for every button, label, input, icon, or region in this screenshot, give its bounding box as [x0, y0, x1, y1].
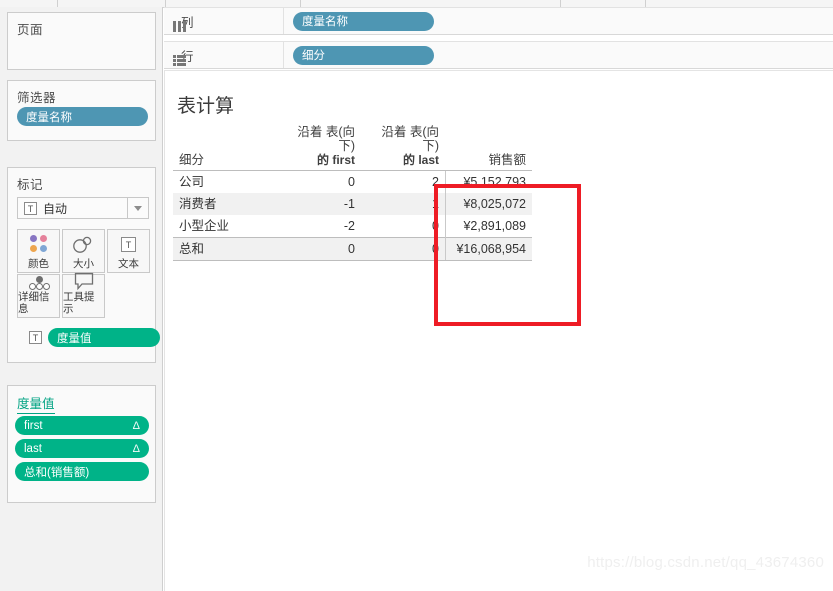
worksheet-title: 表计算 — [177, 96, 235, 117]
table-header-row: 细分 沿着 表(向下) 的 first 沿着 表(向下) 的 last 销售额 — [173, 125, 532, 171]
text-mark-icon: T — [29, 331, 42, 344]
toolbar-divider — [645, 0, 646, 7]
marks-size-button[interactable]: 大小 — [62, 229, 105, 273]
column-header-first[interactable]: 沿着 表(向下) 的 first — [277, 125, 361, 171]
measure-value-label: last — [24, 442, 42, 455]
column-header-dimension[interactable]: 细分 — [173, 125, 277, 171]
left-sidebar: 页面 筛选器 度量名称 标记 T 自动 颜色 大小 T 文本 详细信息 工具提示… — [0, 7, 163, 591]
table-total-row[interactable]: 总和 0 0 ¥16,068,954 — [173, 237, 532, 261]
row-label[interactable]: 消费者 — [173, 193, 277, 215]
column-header-last-line1: 沿着 表(向下) — [381, 125, 439, 153]
rows-pill-label: 细分 — [302, 50, 325, 62]
cell-sales: ¥5,152,793 — [445, 170, 532, 193]
chevron-down-icon[interactable] — [127, 198, 148, 218]
measure-values-title: 度量值 — [17, 393, 55, 414]
measure-value-pill-sum-sales[interactable]: 总和(销售额) — [15, 462, 149, 481]
toolbar-divider — [57, 0, 58, 7]
pages-card[interactable]: 页面 — [7, 12, 156, 70]
filter-pill-measure-names[interactable]: 度量名称 — [17, 107, 148, 126]
marks-pill-measure-values[interactable]: 度量值 — [48, 328, 160, 347]
cell-first: -2 — [343, 219, 355, 233]
filter-pill-label: 度量名称 — [26, 111, 72, 124]
table-row[interactable]: 消费者 -1 1 ¥8,025,072 — [173, 193, 532, 215]
columns-pill-measure-names[interactable]: 度量名称 — [293, 11, 434, 31]
columns-pill-label: 度量名称 — [302, 16, 348, 28]
detail-dots-icon — [18, 275, 59, 291]
row-label[interactable]: 小型企业 — [173, 215, 277, 238]
marks-size-label: 大小 — [73, 258, 94, 270]
marks-pill-label: 度量值 — [57, 332, 92, 345]
marks-color-label: 颜色 — [28, 258, 49, 270]
rows-shelf-label-area: 行 — [164, 42, 284, 68]
filters-card[interactable]: 筛选器 度量名称 — [7, 80, 156, 141]
text-mark-icon: T — [24, 201, 37, 215]
mark-type-label: 自动 — [43, 201, 68, 216]
table-row[interactable]: 公司 0 2 ¥5,152,793 — [173, 170, 532, 194]
column-header-first-line2: 的 first — [316, 153, 355, 167]
table-row[interactable]: 小型企业 -2 0 ¥2,891,089 — [173, 215, 532, 238]
toolbar-divider — [560, 0, 561, 7]
column-header-sales[interactable]: 销售额 — [445, 125, 532, 171]
watermark-text: https://blog.csdn.net/qq_43674360 — [587, 554, 824, 571]
size-circles-icon — [63, 230, 104, 258]
cell-first-total: 0 — [277, 237, 361, 261]
cell-first: 0 — [348, 175, 355, 189]
cell-sales: ¥8,025,072 — [445, 193, 532, 215]
pages-card-title: 页面 — [17, 23, 44, 37]
marks-detail-button[interactable]: 详细信息 — [17, 274, 60, 318]
row-label[interactable]: 公司 — [173, 171, 277, 194]
column-header-last[interactable]: 沿着 表(向下) 的 last — [361, 125, 446, 171]
measure-value-pill-first[interactable]: first Δ — [15, 416, 149, 435]
cell-first: -1 — [277, 193, 361, 215]
worksheet-canvas[interactable]: 表计算 细分 沿着 表(向下) 的 first 沿着 表(向下) 的 last … — [164, 70, 833, 591]
marks-card[interactable]: 标记 T 自动 颜色 大小 T 文本 详细信息 工具提示 T 度量值 — [7, 167, 160, 363]
cell-last: 1 — [361, 193, 446, 215]
measure-value-pill-last[interactable]: last Δ — [15, 439, 149, 458]
tooltip-bubble-icon — [63, 271, 104, 291]
table-calculation-delta-icon: Δ — [132, 442, 140, 455]
cell-last: 0 — [432, 219, 439, 233]
toolbar-divider — [165, 0, 166, 7]
rows-pill-segment[interactable]: 细分 — [293, 45, 434, 65]
marks-color-button[interactable]: 颜色 — [17, 229, 60, 273]
cell-sales: ¥2,891,089 — [445, 215, 532, 238]
columns-shelf-label-area: 列 — [164, 8, 284, 34]
table-calculation-delta-icon: Δ — [132, 419, 140, 432]
mark-type-dropdown[interactable]: T 自动 — [17, 197, 149, 219]
cell-last: 2 — [432, 175, 439, 189]
cell-last-total: 0 — [361, 237, 446, 261]
marks-tooltip-label: 工具提示 — [63, 291, 95, 315]
measure-values-card[interactable]: 度量值 first Δ last Δ 总和(销售额) — [7, 385, 156, 503]
table-calculation-crosstab: 细分 沿着 表(向下) 的 first 沿着 表(向下) 的 last 销售额 … — [173, 125, 532, 261]
toolbar-divider — [300, 0, 301, 7]
filters-card-title: 筛选器 — [17, 91, 57, 105]
measure-value-label: 总和(销售额) — [24, 466, 90, 479]
marks-detail-label: 详细信息 — [18, 291, 50, 315]
column-header-last-line2: 的 last — [402, 153, 439, 167]
marks-tooltip-button[interactable]: 工具提示 — [62, 271, 105, 318]
marks-card-title: 标记 — [17, 178, 44, 192]
column-header-first-line1: 沿着 表(向下) — [297, 125, 355, 153]
rows-shelf[interactable]: 行 细分 — [164, 41, 833, 69]
columns-shelf[interactable]: 列 度量名称 — [164, 7, 833, 35]
row-label-total[interactable]: 总和 — [173, 237, 277, 261]
text-box-icon: T — [108, 230, 149, 258]
marks-text-button[interactable]: T 文本 — [107, 229, 150, 273]
marks-text-label: 文本 — [118, 258, 139, 270]
color-dots-icon — [18, 230, 59, 258]
column-header-sales-line2: 销售额 — [488, 153, 526, 167]
measure-value-label: first — [24, 419, 43, 432]
marks-pill-row: T 度量值 — [23, 328, 160, 347]
cell-sales-total: ¥16,068,954 — [445, 237, 532, 261]
